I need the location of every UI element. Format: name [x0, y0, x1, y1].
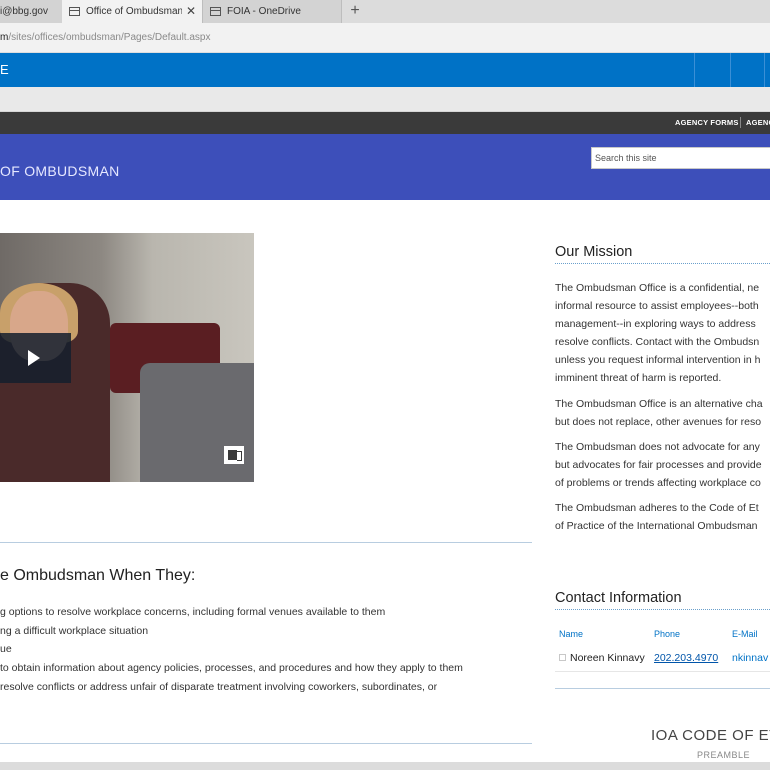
suite-notifications-button[interactable]	[694, 53, 730, 87]
mission-paragraph: The Ombudsman adheres to the Code of Et …	[555, 499, 770, 535]
text-line: resolve conflicts. Contact with the Ombu…	[555, 336, 760, 348]
list-item: resolve conflicts or address unfair of d…	[0, 681, 438, 693]
text-line: management--in exploring ways to address	[555, 318, 756, 330]
list-item: ue	[0, 643, 12, 655]
tab-label: FOIA - OneDrive	[227, 6, 301, 17]
horizontal-scrollbar[interactable]	[0, 762, 770, 770]
text-line: The Ombudsman Office is an alternative c…	[555, 398, 763, 410]
heading-underline	[555, 263, 770, 264]
text-line: of Practice of the International Ombudsm…	[555, 520, 758, 532]
suite-settings-button[interactable]	[730, 53, 766, 87]
global-nav: AGENCY FORMS AGENC	[0, 112, 770, 134]
site-header: OF OMBUDSMAN	[0, 134, 770, 200]
address-bar[interactable]: m/sites/offices/ombudsman/Pages/Default.…	[0, 23, 770, 53]
site-title[interactable]: OF OMBUDSMAN	[0, 163, 120, 179]
tab-foia-onedrive[interactable]: FOIA - OneDrive	[202, 0, 342, 23]
divider	[0, 743, 532, 744]
list-item: to obtain information about agency polic…	[0, 662, 463, 674]
tab-label: Office of Ombudsman H	[86, 6, 182, 17]
list-item: ng a difficult workplace situation	[0, 625, 149, 637]
tab-office-of-ombudsman[interactable]: Office of Ombudsman H ✕	[62, 0, 202, 23]
column-header-phone[interactable]: Phone	[654, 629, 680, 639]
tab-label: i@bbg.gov	[0, 6, 48, 17]
url-path: /sites/offices/ombudsman/Pages/Default.a…	[8, 32, 211, 43]
close-tab-icon[interactable]: ✕	[186, 0, 196, 23]
page-icon	[210, 7, 221, 16]
text-line: The Ombudsman adheres to the Code of Et	[555, 502, 759, 514]
new-tab-button[interactable]: +	[345, 0, 365, 23]
page-icon	[69, 7, 80, 16]
text-line: of problems or trends affecting workplac…	[555, 477, 761, 489]
url-text[interactable]: m/sites/offices/ombudsman/Pages/Default.…	[0, 32, 211, 43]
mission-paragraph: The Ombudsman does not advocate for any …	[555, 438, 770, 492]
search-input[interactable]	[591, 147, 770, 169]
suite-bar: E	[0, 53, 770, 87]
tab-email[interactable]: i@bbg.gov	[0, 0, 62, 23]
video-chair	[140, 363, 254, 482]
contact-email-link[interactable]: nkinnav	[732, 652, 768, 664]
video-logo-icon	[224, 446, 244, 464]
suite-help-button[interactable]	[764, 53, 770, 87]
heading-underline	[555, 609, 770, 610]
text-line: The Ombudsman Office is a confidential, …	[555, 282, 760, 294]
contact-phone-link[interactable]: 202.203.4970	[654, 652, 718, 664]
nav-divider	[740, 117, 741, 128]
our-mission-heading: Our Mission	[555, 244, 633, 260]
play-icon	[28, 350, 40, 366]
nav-agency-link[interactable]: AGENC	[746, 118, 770, 127]
text-line: but does not replace, other avenues for …	[555, 416, 762, 428]
nav-agency-forms[interactable]: AGENCY FORMS	[675, 118, 739, 127]
play-button[interactable]	[0, 333, 71, 383]
ribbon-bar	[0, 87, 770, 112]
mission-paragraph: The Ombudsman Office is an alternative c…	[555, 395, 770, 431]
contact-information-heading: Contact Information	[555, 590, 682, 606]
text-line: informal resource to assist employees--b…	[555, 300, 759, 312]
text-line: unless you request informal intervention…	[555, 354, 761, 366]
text-line: imminent threat of harm is reported.	[555, 372, 722, 384]
ioa-code-heading: IOA CODE OF ET	[651, 727, 770, 744]
column-header-name[interactable]: Name	[559, 629, 583, 639]
text-line: The Ombudsman does not advocate for any	[555, 441, 760, 453]
column-header-email[interactable]: E-Mail	[732, 629, 758, 639]
contact-ombudsman-heading: e Ombudsman When They:	[0, 567, 196, 584]
table-row: Noreen Kinnavy 202.203.4970 nkinnav	[555, 644, 770, 672]
ioa-preamble-label: PREAMBLE	[697, 750, 751, 760]
divider	[555, 688, 770, 689]
divider	[0, 542, 532, 543]
mission-paragraph: The Ombudsman Office is a confidential, …	[555, 279, 770, 387]
list-item: g options to resolve workplace concerns,…	[0, 606, 386, 618]
text-line: but advocates for fair processes and pro…	[555, 459, 762, 471]
suite-bar-title[interactable]: E	[0, 62, 9, 77]
row-select-checkbox[interactable]	[559, 654, 566, 661]
browser-tab-strip: i@bbg.gov Office of Ombudsman H ✕ FOIA -…	[0, 0, 770, 23]
contact-name: Noreen Kinnavy	[570, 652, 645, 664]
